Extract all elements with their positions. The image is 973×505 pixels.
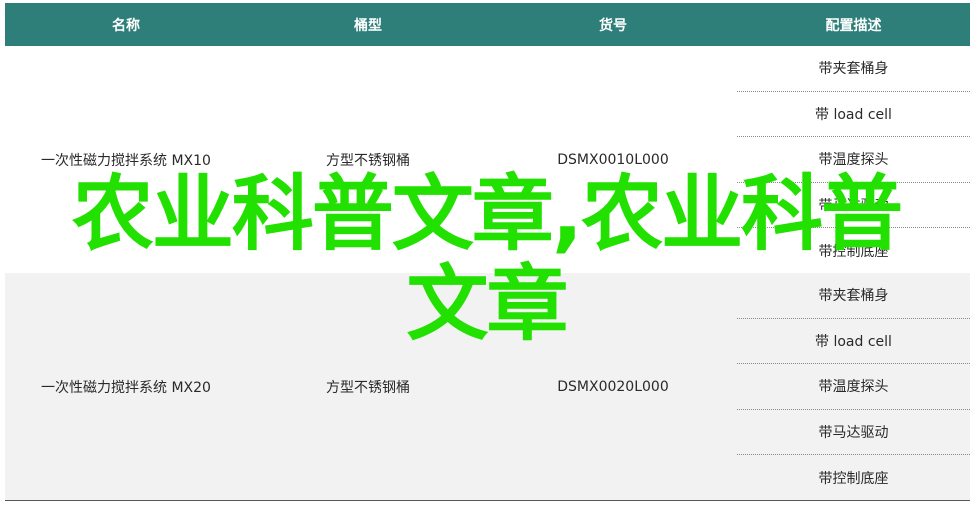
product-table: 名称 桶型 货号 配置描述 一次性磁力搅拌系统 MX10 方型不锈钢桶 DSMX… (5, 3, 970, 501)
config-item: 带温度探头 (737, 364, 970, 410)
table-row: 一次性磁力搅拌系统 MX10 方型不锈钢桶 DSMX0010L000 带夹套桶身… (5, 46, 970, 273)
config-item: 带夹套桶身 (737, 273, 970, 319)
row-name: 一次性磁力搅拌系统 MX10 (41, 152, 211, 169)
row-type: 方型不锈钢桶 (326, 152, 410, 169)
config-item: 带温度探头 (737, 137, 970, 183)
table-header: 名称 桶型 货号 配置描述 (5, 3, 970, 46)
row-configs: 带夹套桶身 带 load cell 带温度探头 带马达驱动 带控制底座 (737, 46, 970, 273)
config-item: 带马达驱动 (737, 183, 970, 229)
config-item: 带控制底座 (818, 470, 889, 487)
header-name: 名称 (112, 17, 140, 34)
config-item: 带马达驱动 (737, 410, 970, 456)
row-name: 一次性磁力搅拌系统 MX20 (41, 379, 211, 396)
header-type: 桶型 (354, 17, 382, 34)
row-sku: DSMX0010L000 (557, 151, 669, 168)
table-row: 一次性磁力搅拌系统 MX20 方型不锈钢桶 DSMX0020L000 带夹套桶身… (5, 273, 970, 501)
header-config: 配置描述 (825, 17, 882, 34)
row-type: 方型不锈钢桶 (326, 379, 410, 396)
config-item: 带夹套桶身 (737, 46, 970, 92)
header-sku: 货号 (599, 17, 627, 34)
config-item: 带 load cell (737, 92, 970, 138)
config-item: 带 load cell (737, 319, 970, 365)
config-item: 带控制底座 (818, 243, 889, 260)
row-sku: DSMX0020L000 (557, 378, 669, 395)
row-configs: 带夹套桶身 带 load cell 带温度探头 带马达驱动 带控制底座 (737, 273, 970, 500)
